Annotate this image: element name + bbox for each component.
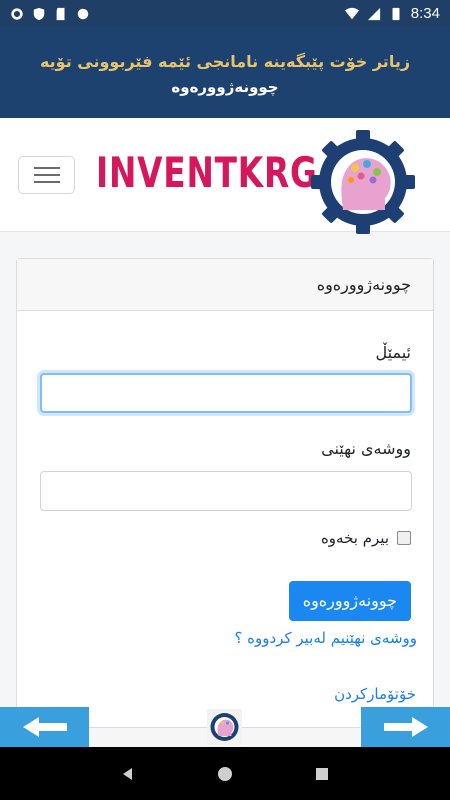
arrow-left-icon [22, 717, 67, 737]
card-title: چوونەژوورەوە [17, 259, 433, 311]
arrow-right-icon [383, 717, 428, 737]
circle-icon [77, 8, 89, 19]
signal-icon [367, 7, 380, 20]
wifi-icon [344, 7, 359, 19]
brain-gear-logo[interactable] [307, 130, 419, 234]
status-bar: 8:34 [0, 0, 450, 27]
status-left-icons [10, 7, 90, 21]
remember-me[interactable]: بیرم بخەوە [321, 529, 411, 547]
password-label: ووشەی نهێنی [321, 439, 411, 458]
hamburger-icon [33, 167, 60, 169]
battery-icon [392, 7, 400, 20]
clock: 8:34 [410, 5, 440, 22]
banner-text: زیاتر خۆت پێبگەینە نامانجی ئێمە فێربوونی… [39, 52, 411, 71]
promo-banner: زیاتر خۆت پێبگەینە نامانجی ئێمە فێربوونی… [0, 27, 450, 118]
prev-button[interactable] [0, 707, 89, 747]
site-header: INVENTKRG [0, 118, 450, 234]
banner-login-link[interactable]: چوونەژوورەوە [171, 78, 278, 96]
status-right-icons: 8:34 [344, 5, 440, 22]
login-submit-button[interactable]: چوونەژوورەوە [288, 581, 411, 621]
menu-toggle-button[interactable] [18, 156, 75, 194]
login-card: چوونەژوورەوە ئیمێڵ ووشەی نهێنی بیرم بخەو… [16, 258, 434, 728]
password-field[interactable] [40, 471, 412, 511]
gear-icon [11, 7, 23, 20]
next-button[interactable] [361, 707, 450, 747]
register-link[interactable]: خۆتۆمارکردن [334, 685, 416, 703]
remember-checkbox[interactable] [397, 531, 411, 545]
remember-label: بیرم بخەوە [320, 529, 389, 547]
home-icon[interactable] [217, 766, 233, 782]
email-field[interactable] [40, 373, 412, 413]
sd-card-icon [56, 7, 65, 20]
forgot-password-link[interactable]: ووشەی نهێنیم لەبیر کردووە ؟ [234, 629, 417, 647]
shield-icon [33, 7, 45, 20]
brain-gear-logo-small[interactable] [207, 709, 242, 745]
back-icon[interactable] [120, 766, 136, 782]
brand-name[interactable]: INVENTKRG [96, 148, 318, 197]
recents-icon[interactable] [314, 766, 330, 782]
email-label: ئیمێڵ [375, 343, 411, 362]
system-nav-bar [0, 747, 450, 800]
